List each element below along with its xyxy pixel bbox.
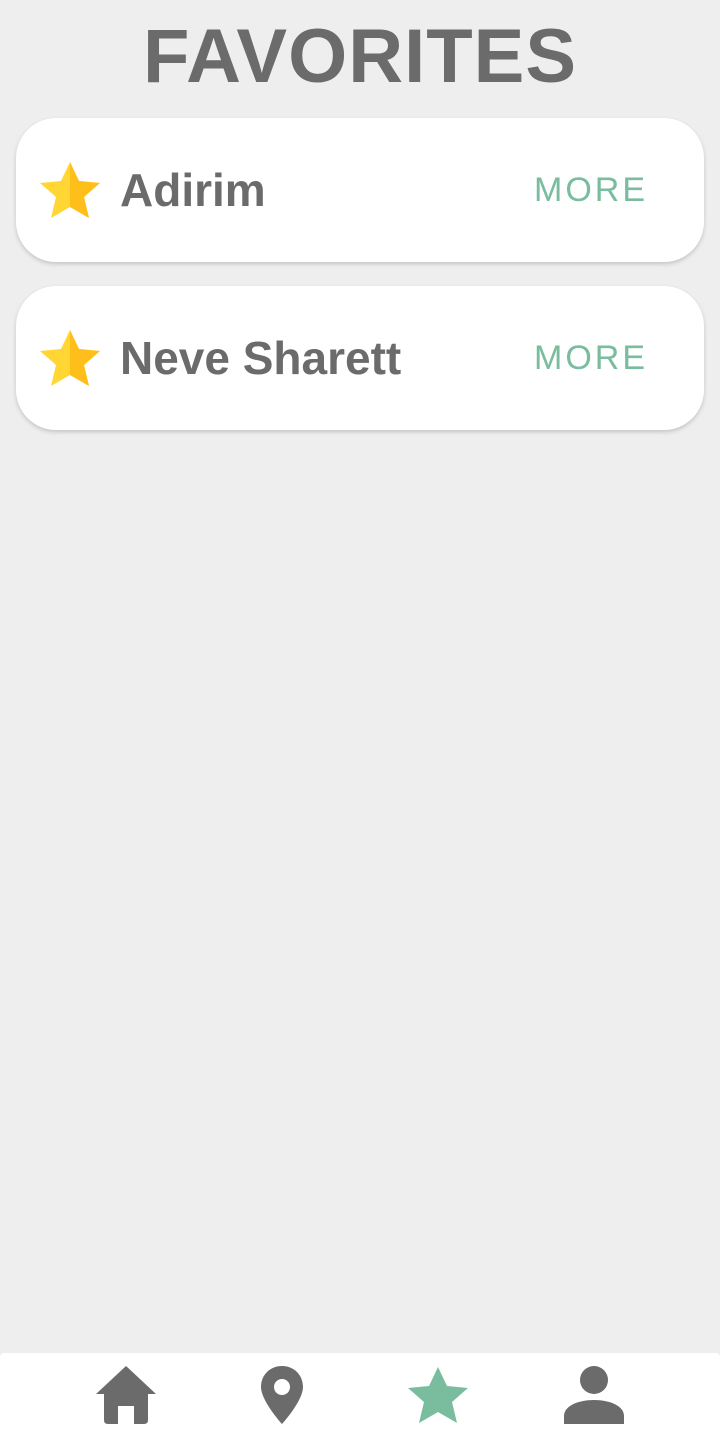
nav-favorites-button[interactable] bbox=[402, 1361, 474, 1429]
star-icon bbox=[408, 1367, 468, 1423]
more-button[interactable]: MORE bbox=[534, 338, 648, 378]
nav-location-button[interactable] bbox=[246, 1361, 318, 1429]
more-button[interactable]: MORE bbox=[534, 170, 648, 210]
favorites-list: Adirim MORE Neve Sharett MORE bbox=[16, 118, 704, 454]
favorite-card[interactable]: Neve Sharett MORE bbox=[16, 286, 704, 430]
page-title: FAVORITES bbox=[142, 14, 578, 99]
favorite-name: Adirim bbox=[120, 164, 266, 216]
favorite-name: Neve Sharett bbox=[120, 332, 402, 384]
bottom-navigation bbox=[0, 1353, 720, 1440]
nav-home-button[interactable] bbox=[90, 1361, 162, 1429]
favorite-card[interactable]: Adirim MORE bbox=[16, 118, 704, 262]
location-pin-icon bbox=[261, 1366, 303, 1424]
star-icon bbox=[40, 330, 100, 386]
home-icon bbox=[96, 1366, 156, 1424]
nav-profile-button[interactable] bbox=[558, 1361, 630, 1429]
profile-icon bbox=[564, 1366, 624, 1424]
star-icon bbox=[40, 162, 100, 218]
